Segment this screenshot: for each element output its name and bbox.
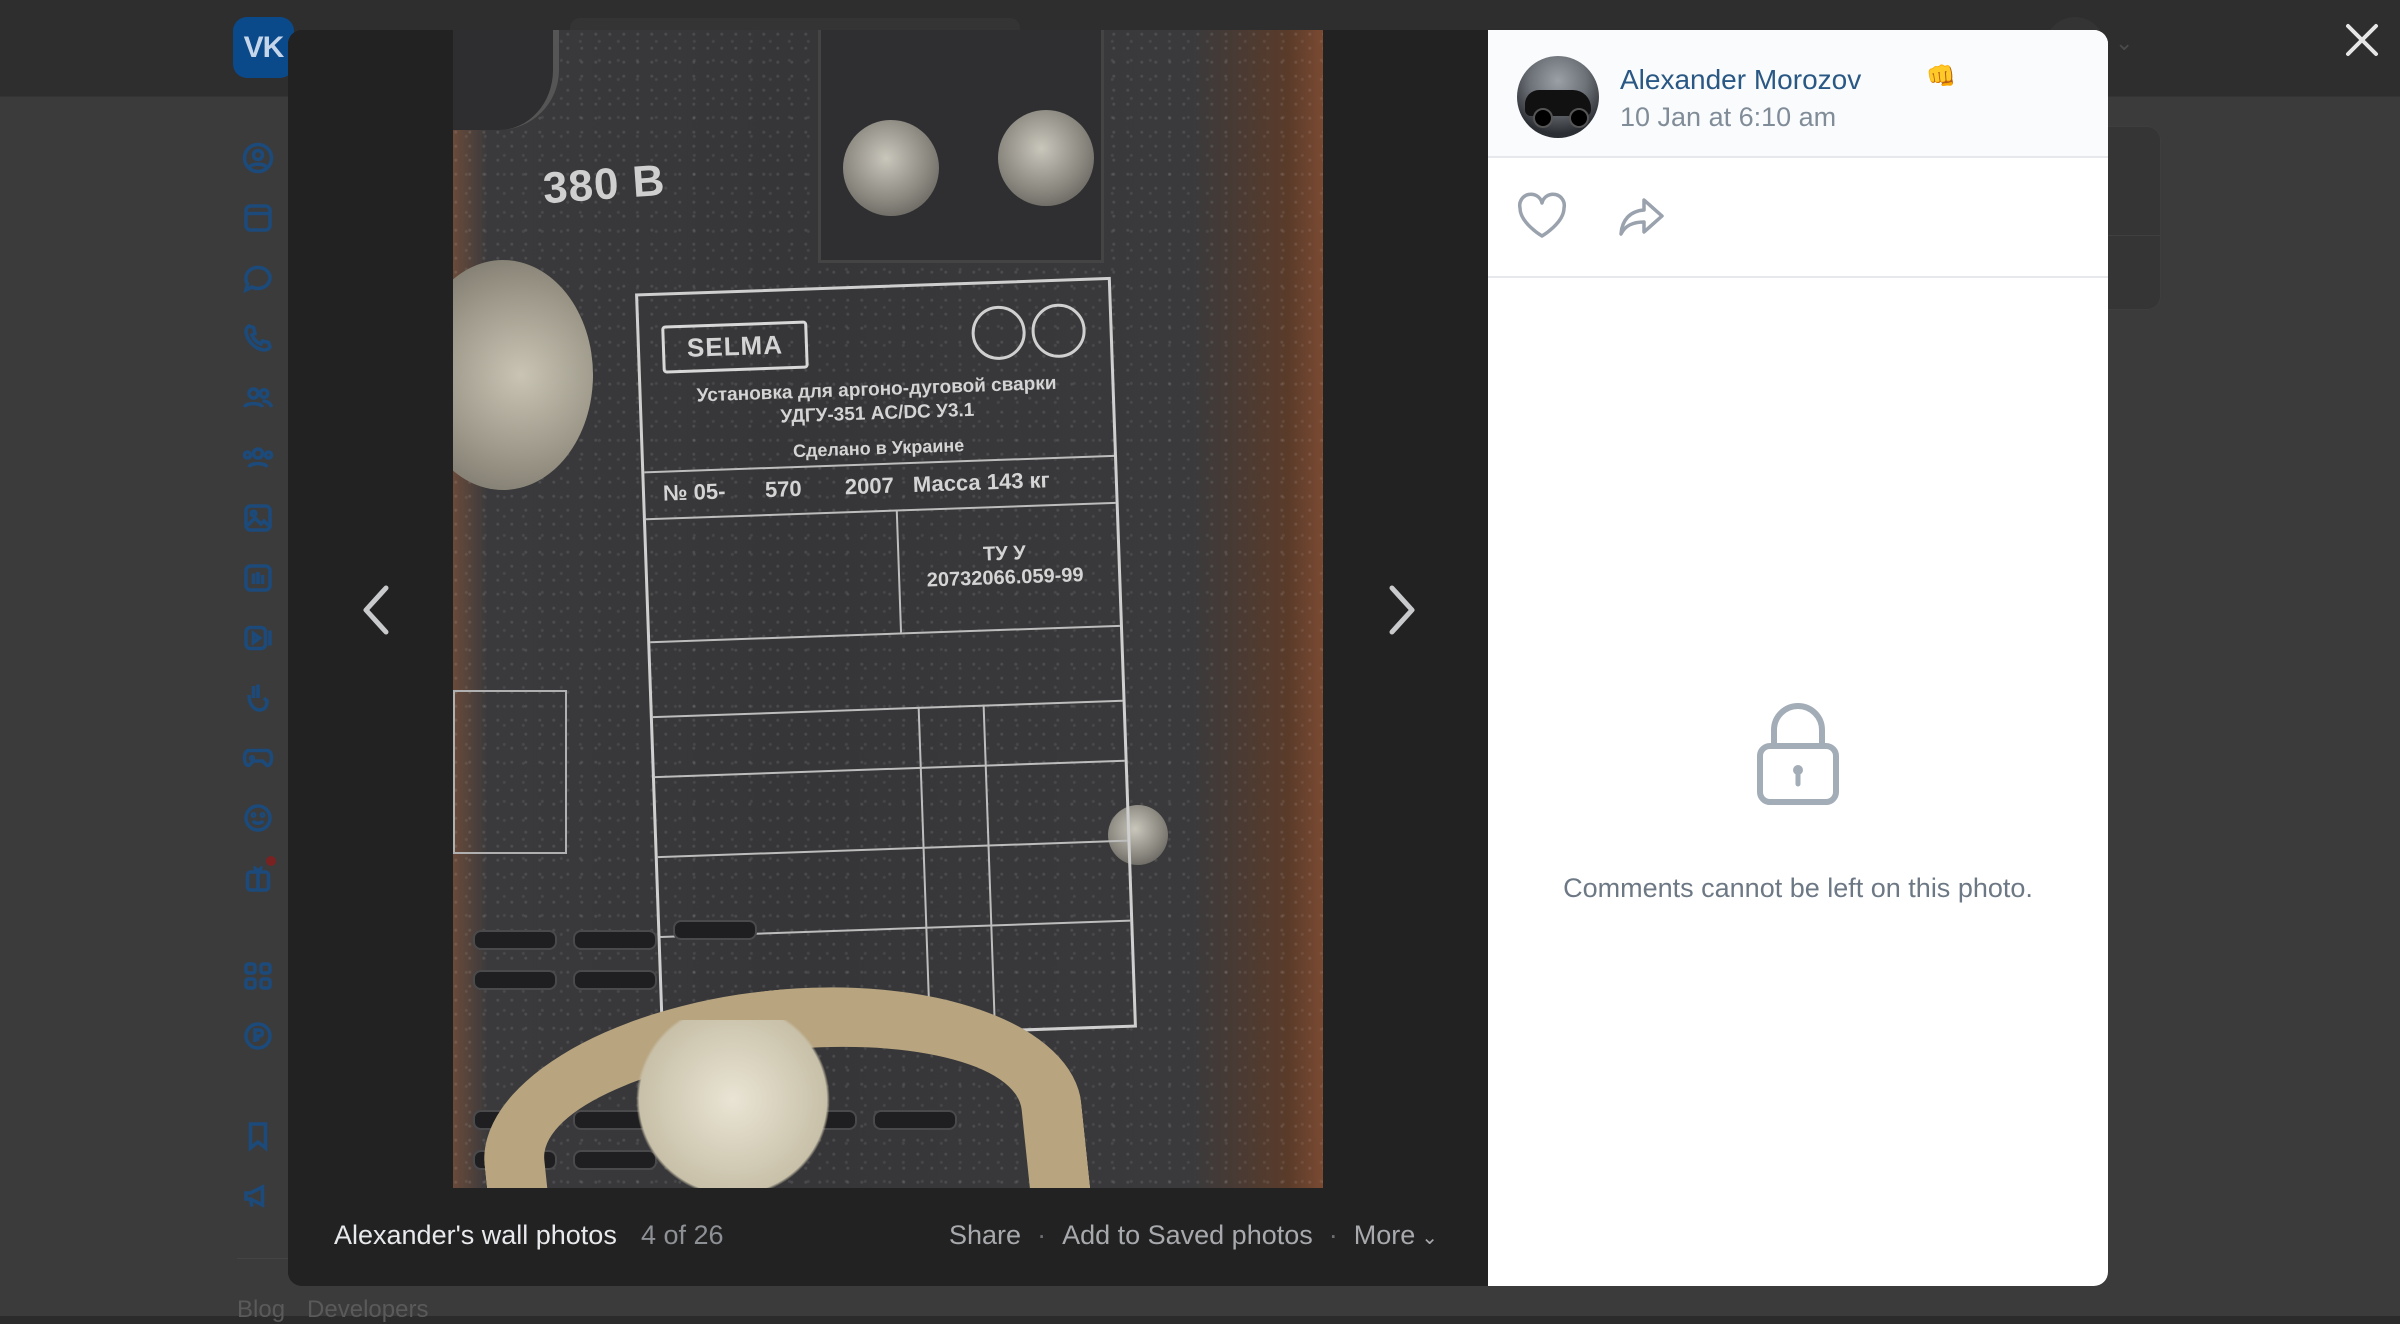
apps-icon[interactable] <box>230 948 286 1004</box>
comments-disabled-message: Comments cannot be left on this photo. <box>1563 873 2033 903</box>
author-avatar[interactable] <box>1517 56 1599 138</box>
footer-link-developers[interactable]: Developers <box>307 1296 428 1323</box>
plate-logo: SELMA <box>661 320 809 374</box>
photo-footer: Alexander's wall photos 4 of 26 Share · … <box>288 1188 1488 1286</box>
vent-slot <box>573 930 657 950</box>
plate-row <box>654 759 1125 779</box>
avatar-wheel <box>1533 108 1553 128</box>
more-menu[interactable]: More ⌄ <box>1354 1220 1438 1251</box>
album-title[interactable]: Alexander's wall photos <box>334 1220 617 1251</box>
side-plate <box>453 690 567 854</box>
share-button[interactable] <box>1616 190 1668 242</box>
photo-bolt <box>843 120 939 216</box>
games-icon[interactable] <box>230 730 286 786</box>
certificate-mark <box>970 304 1027 361</box>
video-icon[interactable] <box>230 610 286 666</box>
ads-icon[interactable] <box>230 1168 286 1224</box>
add-to-saved-link[interactable]: Add to Saved photos <box>1062 1220 1313 1251</box>
plate-tu: ТУ У 20732066.059-99 <box>909 538 1101 593</box>
plate-divider <box>895 509 903 633</box>
right-sidebar-card <box>2100 126 2161 310</box>
post-date[interactable]: 10 Jan at 6:10 am <box>1620 102 1836 133</box>
friends-icon[interactable] <box>230 370 286 426</box>
photos-icon[interactable] <box>230 490 286 546</box>
chevron-left-icon <box>363 585 389 635</box>
next-photo-button[interactable] <box>1370 570 1430 650</box>
plate-row <box>652 699 1123 719</box>
plate-row <box>650 624 1120 644</box>
vent-slot <box>573 970 657 990</box>
vent-slot <box>473 930 557 950</box>
plate-title: Установка для аргоно-дуговой сварки УДГУ… <box>651 370 1102 434</box>
divider <box>2100 235 2160 236</box>
vent-slot <box>473 970 557 990</box>
messages-icon[interactable] <box>230 250 286 306</box>
payments-icon[interactable] <box>230 1008 286 1064</box>
stickers-icon[interactable] <box>230 790 286 846</box>
footer-link-blog[interactable]: Blog <box>237 1296 285 1323</box>
music-icon[interactable] <box>230 550 286 606</box>
more-label: More <box>1353 1220 1416 1250</box>
plate-serial-value: 570 <box>764 475 803 503</box>
plate-mass: Масса 143 кг <box>912 467 1051 497</box>
bookmarks-icon[interactable] <box>230 1108 286 1164</box>
close-viewer-button[interactable] <box>2338 16 2386 64</box>
plate-made-in: Сделано в Украине <box>792 435 965 462</box>
photo[interactable]: 380 В SELMA Установка для аргоно-дуговой… <box>453 30 1323 1188</box>
notification-dot <box>266 856 276 866</box>
share-arrow-icon <box>1619 198 1664 236</box>
info-panel: Alexander Morozov 👊 10 Jan at 6:10 am Co… <box>1488 30 2108 1286</box>
reactions-bar <box>1488 156 2108 278</box>
previous-photo-button[interactable] <box>348 570 408 650</box>
photo-voltage-label: 380 В <box>541 155 667 214</box>
author-emoji: 👊 <box>1926 63 1956 90</box>
avatar-wheel <box>1569 108 1589 128</box>
author-name[interactable]: Alexander Morozov <box>1620 64 1861 96</box>
news-icon[interactable] <box>230 190 286 246</box>
lock-icon <box>1748 698 1848 808</box>
photo-bolt <box>998 110 1094 206</box>
separator-dot: · <box>1037 1220 1047 1250</box>
chevron-down-icon[interactable]: ⌄ <box>2115 30 2133 56</box>
chevron-right-icon <box>1389 585 1415 635</box>
author-header: Alexander Morozov 👊 10 Jan at 6:10 am <box>1488 30 2108 158</box>
close-icon <box>2346 24 2378 56</box>
separator-dot: · <box>1328 1220 1338 1250</box>
certificate-mark <box>1030 302 1087 359</box>
clips-icon[interactable] <box>230 670 286 726</box>
photo-counter: 4 of 26 <box>641 1220 724 1250</box>
share-link[interactable]: Share <box>949 1220 1021 1251</box>
photo-area: 380 В SELMA Установка для аргоно-дуговой… <box>288 30 1488 1286</box>
plate-divider <box>982 704 996 1030</box>
footer-links: Blog Developers <box>237 1296 450 1324</box>
photo-actions: Share · Add to Saved photos · More ⌄ <box>949 1220 1438 1251</box>
communities-icon[interactable] <box>230 430 286 486</box>
vk-logo[interactable]: VK <box>233 17 294 78</box>
heart-icon <box>1517 192 1567 238</box>
gifts-icon[interactable] <box>230 850 286 906</box>
chevron-down-icon: ⌄ <box>1421 1227 1439 1249</box>
photo-hose-wrap <box>633 1020 833 1188</box>
plate-year: 2007 <box>844 472 895 500</box>
calls-icon[interactable] <box>230 310 286 366</box>
profile-icon[interactable] <box>230 130 286 186</box>
photo-viewer: 380 В SELMA Установка для аргоно-дуговой… <box>288 30 2108 1286</box>
vent-slot <box>673 920 757 940</box>
plate-row <box>657 839 1128 859</box>
like-button[interactable] <box>1516 192 1568 240</box>
plate-serial-label: № 05- <box>662 478 726 506</box>
